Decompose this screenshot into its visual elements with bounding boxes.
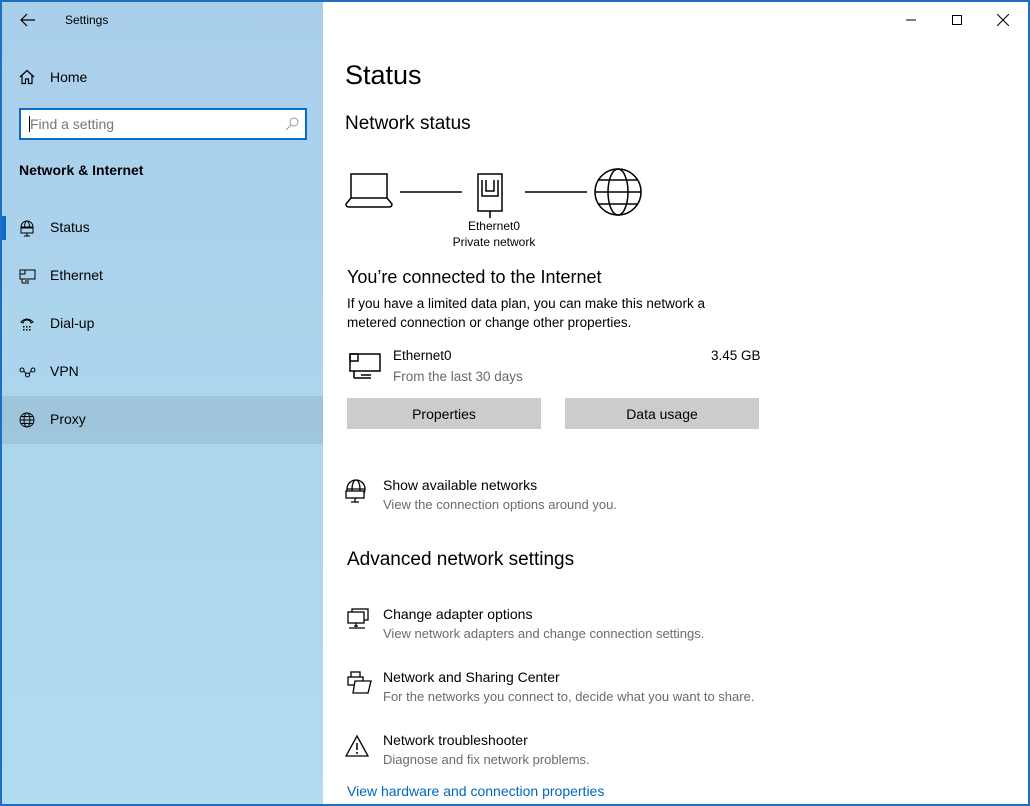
globe-monitor-icon: [20, 220, 34, 237]
sidebar-item-label: Ethernet: [50, 267, 103, 283]
item-description: View network adapters and change connect…: [383, 626, 705, 641]
data-usage-amount: 3.45 GB: [711, 348, 761, 363]
home-label: Home: [50, 69, 88, 85]
sidebar-item-status[interactable]: Status: [2, 204, 323, 252]
adapter-icon: [347, 608, 369, 629]
settings-window: Settings Home Network & Internet Status …: [2, 2, 1028, 804]
item-description: View the connection options around you.: [383, 497, 617, 512]
dialup-icon: [20, 318, 34, 331]
item-description: For the networks you connect to, decide …: [383, 689, 755, 704]
sidebar-item-dial-up[interactable]: Dial-up: [2, 300, 323, 348]
sidebar-item-label: Dial-up: [50, 315, 95, 331]
sharing-center-icon: [347, 671, 372, 694]
properties-button[interactable]: Properties: [347, 398, 541, 429]
advanced-settings-heading: Advanced network settings: [347, 549, 575, 570]
sidebar: Settings Home Network & Internet Status …: [2, 2, 323, 804]
search-input[interactable]: [21, 110, 261, 138]
ethernet-icon: [349, 353, 381, 379]
search-icon[interactable]: [285, 117, 299, 131]
sidebar-item-label: Proxy: [50, 411, 86, 427]
ethernet-port-icon: [477, 173, 503, 218]
connected-heading: You’re connected to the Internet: [347, 267, 602, 287]
sidebar-item-home[interactable]: Home: [2, 52, 323, 100]
sidebar-item-label: VPN: [50, 363, 79, 379]
text-cursor: [29, 116, 30, 132]
connection-name: Ethernet0: [393, 348, 452, 363]
warning-icon: [345, 734, 370, 757]
item-title: Network troubleshooter: [383, 732, 528, 748]
network-type: Private network: [452, 235, 536, 249]
internet-globe-icon: [594, 168, 642, 216]
home-icon: [19, 69, 35, 85]
window-title: Settings: [65, 13, 109, 27]
item-title: Change adapter options: [383, 606, 533, 622]
sidebar-item-proxy[interactable]: Proxy: [2, 396, 323, 444]
laptop-icon: [345, 173, 393, 208]
connected-description: If you have a limited data plan, you can…: [347, 296, 705, 330]
item-description: Diagnose and fix network problems.: [383, 752, 590, 767]
main-content: Status Network status Ethernet0 Private …: [323, 2, 1028, 804]
item-title: Show available networks: [383, 477, 538, 493]
sidebar-item-ethernet[interactable]: Ethernet: [2, 252, 323, 300]
back-arrow-icon[interactable]: [20, 13, 36, 27]
item-title: Network and Sharing Center: [383, 669, 560, 685]
globe-monitor-icon: [345, 479, 366, 503]
search-box[interactable]: [19, 108, 307, 140]
page-title: Status: [345, 60, 422, 90]
sidebar-item-label: Status: [50, 219, 90, 235]
network-diagram: [345, 168, 642, 218]
selection-indicator: [2, 216, 6, 240]
network-status-heading: Network status: [345, 113, 471, 134]
connection-period: From the last 30 days: [393, 369, 523, 384]
sidebar-item-vpn[interactable]: VPN: [2, 348, 323, 396]
vpn-icon: [19, 367, 36, 378]
section-title: Network & Internet: [19, 162, 144, 178]
hardware-properties-link[interactable]: View hardware and connection properties: [347, 783, 604, 799]
data-usage-button[interactable]: Data usage: [565, 398, 759, 429]
adapter-name: Ethernet0: [467, 219, 521, 233]
globe-icon: [19, 412, 35, 428]
ethernet-icon: [19, 269, 36, 284]
